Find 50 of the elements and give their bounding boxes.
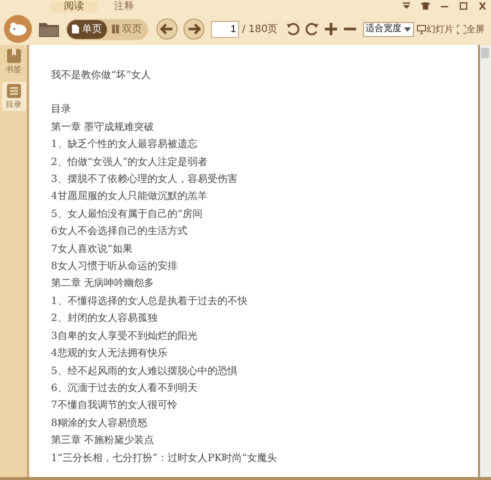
- scrollbar[interactable]: [478, 45, 491, 477]
- toc-line: 8糊涂的女人容易愤怒: [51, 416, 148, 431]
- document-title: 我不是教你做“坏”女人: [51, 68, 152, 83]
- close-icon[interactable]: [478, 2, 487, 10]
- logo-icon[interactable]: [4, 15, 32, 43]
- toc-line: 第三章 不施粉黛少装点: [51, 434, 156, 448]
- projector-screen-icon: [416, 24, 426, 34]
- toc-line: 第一章 墨守成规难突破: [51, 120, 156, 135]
- toc-line: 1“三分长相，七分打扮”：过时女人PK时尚“女魔头: [51, 452, 278, 466]
- toc-line: 目录: [51, 103, 72, 118]
- rotate-right-icon[interactable]: [304, 22, 319, 36]
- zoom-in-icon[interactable]: [324, 22, 338, 36]
- toc-line: 5、经不起风雨的女人难以摆脱心中的恐惧: [51, 364, 238, 378]
- toc-line: 8女人习惯于听从命运的安排: [51, 260, 178, 274]
- toc-line: 1、不懂得选择的女人总是执着于过去的不快: [51, 294, 248, 309]
- book-icon: [112, 24, 119, 34]
- toc-line: 5、女人最怕没有属于自己的“房间: [51, 208, 204, 222]
- toc-line: 4悲观的女人无法拥有快乐: [51, 346, 168, 362]
- toc-line: 2、封闭的女人容易孤独: [51, 312, 158, 326]
- rotate-left-icon[interactable]: [286, 22, 300, 36]
- tab[interactable]: 注释: [100, 1, 148, 13]
- list-icon: [6, 83, 22, 99]
- toc-line: 7不懂自我调节的女人很可怜: [51, 398, 178, 414]
- toc-line: 6、沉湎于过去的女人看不到明天: [51, 382, 198, 396]
- folder-icon[interactable]: [39, 21, 59, 37]
- zoom-dropdown[interactable]: 适合宽度: [362, 22, 414, 36]
- toc-line: 3自卑的女人享受不到灿烂的阳光: [51, 330, 198, 344]
- tab[interactable]: 阅读: [50, 1, 98, 13]
- scrollbar-thumb[interactable]: [481, 48, 489, 58]
- sidebar-tab[interactable]: 目录: [2, 82, 26, 111]
- sidebar-tab[interactable]: 书签: [2, 47, 26, 76]
- slideshow-button[interactable]: 幻灯片: [416, 22, 454, 36]
- toc-line: 6女人不会选择自己的生活方式: [51, 224, 188, 240]
- toc-line: 4甘愿屈服的女人只能做沉默的羔羊: [51, 190, 208, 204]
- page-number-field[interactable]: 1: [211, 20, 239, 38]
- toc-line: 3、摆脱不了依赖心理的女人，容易受伤害: [51, 172, 238, 188]
- page-total: / 180页: [242, 23, 278, 36]
- caret-icon: [404, 26, 411, 32]
- maximize-icon[interactable]: [459, 2, 468, 10]
- page-icon: [72, 24, 79, 34]
- fullscreen-button[interactable]: 全屏: [456, 22, 485, 36]
- bookmark-icon: [6, 48, 22, 64]
- toc-line: 第二章 无病呻吟幽怨多: [51, 276, 156, 292]
- toc-line: 1、缺乏个性的女人最容易被遗忘: [51, 138, 198, 152]
- view-mode-button[interactable]: 单页: [67, 20, 107, 38]
- toc-line: 7女人喜欢说“如果: [51, 242, 134, 257]
- shirt-icon[interactable]: [421, 2, 430, 10]
- expand-corners-icon: [456, 24, 466, 34]
- toc-line: 2、怕做“女强人”的女人注定是弱者: [51, 156, 209, 170]
- dropdown-icon[interactable]: [402, 2, 411, 10]
